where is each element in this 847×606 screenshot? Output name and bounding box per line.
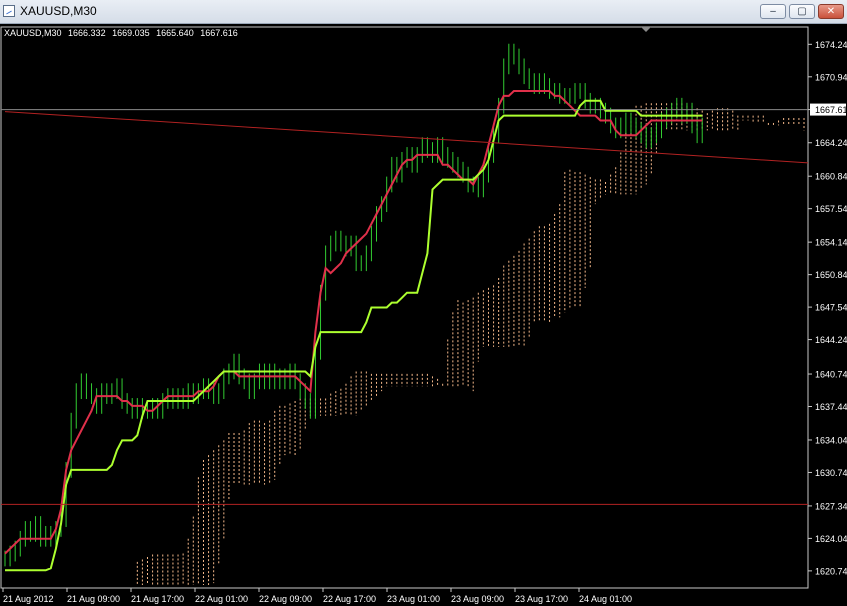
price-label: 1660.84 <box>815 172 847 182</box>
info-symbol: XAUUSD,M30 <box>4 28 62 38</box>
price-label: 1630.74 <box>815 468 847 478</box>
price-label: 1664.24 <box>815 138 847 148</box>
time-label: 23 Aug 17:00 <box>515 594 568 604</box>
chart-window-icon <box>3 5 15 17</box>
info-high: 1669.035 <box>112 28 150 38</box>
price-label: 1637.44 <box>815 402 847 412</box>
kijun-line <box>5 99 703 572</box>
price-label: 1627.34 <box>815 501 847 511</box>
price-label: 1657.54 <box>815 204 847 214</box>
price-label: 1620.74 <box>815 566 847 576</box>
window-title-bar: XAUUSD,M30 ‒ ▢ ✕ <box>0 0 847 24</box>
info-close: 1667.616 <box>200 28 238 38</box>
price-label: 1644.24 <box>815 335 847 345</box>
time-label: 23 Aug 01:00 <box>387 594 440 604</box>
time-label: 21 Aug 17:00 <box>131 594 184 604</box>
current-price-label: 1667.61 <box>815 105 847 115</box>
price-label: 1640.74 <box>815 370 847 380</box>
price-label: 1647.54 <box>815 303 847 313</box>
minimize-button[interactable]: ‒ <box>760 4 786 19</box>
time-label: 21 Aug 09:00 <box>67 594 120 604</box>
tenkan-line <box>4 90 703 555</box>
time-label: 22 Aug 17:00 <box>323 594 376 604</box>
info-open: 1666.332 <box>68 28 106 38</box>
price-label: 1634.04 <box>815 435 847 445</box>
time-label: 22 Aug 01:00 <box>195 594 248 604</box>
price-label: 1650.84 <box>815 270 847 280</box>
time-label: 23 Aug 09:00 <box>451 594 504 604</box>
price-label: 1674.24 <box>815 40 847 50</box>
price-label: 1654.14 <box>815 238 847 248</box>
chart-shift-marker <box>641 27 651 32</box>
price-chart[interactable]: 1674.24 1670.94 1667.61 1664.24 1660.84 1657.… <box>0 24 847 606</box>
chart-canvas[interactable]: 1674.24 1670.94 1667.61 1664.24 1660.84 1657.… <box>0 24 847 606</box>
trendline <box>4 111 809 164</box>
chart-info-line: XAUUSD,M30 1666.332 1669.035 1665.640 16… <box>4 28 242 38</box>
time-label: 24 Aug 01:00 <box>579 594 632 604</box>
time-label: 22 Aug 09:00 <box>259 594 312 604</box>
time-label: 21 Aug 2012 <box>3 594 54 604</box>
price-label: 1624.04 <box>815 534 847 544</box>
maximize-button[interactable]: ▢ <box>789 4 815 19</box>
price-label: 1670.94 <box>815 72 847 82</box>
info-low: 1665.640 <box>156 28 194 38</box>
close-button[interactable]: ✕ <box>818 4 844 19</box>
window-title: XAUUSD,M30 <box>20 4 97 18</box>
